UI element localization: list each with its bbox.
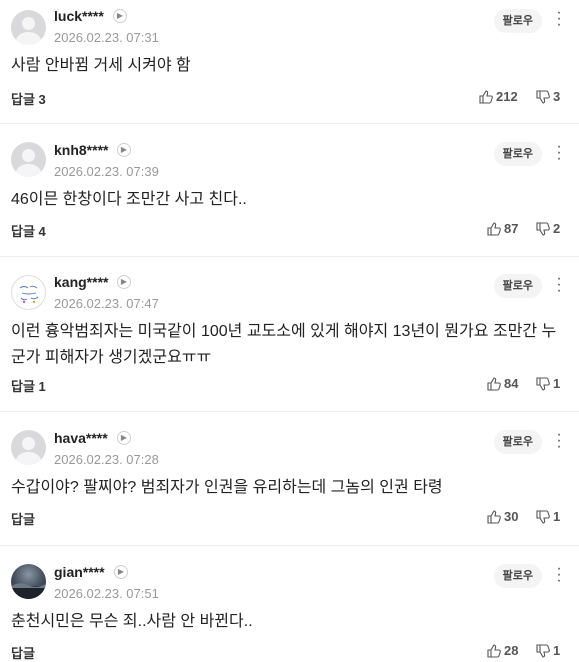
comment-date: 2026.02.23. 07:39 bbox=[54, 164, 159, 179]
profile-arrow-icon[interactable]: ▶ bbox=[117, 431, 131, 445]
thumbs-up-icon bbox=[479, 90, 493, 104]
photo-avatar-icon bbox=[11, 583, 46, 599]
profile-arrow-icon[interactable]: ▶ bbox=[117, 275, 131, 289]
dislike-button[interactable]: 1 bbox=[536, 376, 560, 391]
more-options-icon[interactable]: · · · bbox=[555, 5, 563, 33]
avatar[interactable] bbox=[11, 564, 46, 599]
comment-body: 춘천시민은 무슨 죄..사람 안 바뀐다.. bbox=[11, 613, 253, 630]
comment-item: knh8**** ▶ 2026.02.23. 07:39 팔로우 · · · 46이… bbox=[0, 124, 579, 257]
comment-item: luck**** ▶ 2026.02.23. 07:31 팔로우 · · · 사람 … bbox=[0, 0, 579, 124]
comment-list: luck**** ▶ 2026.02.23. 07:31 팔로우 · · · 사람 … bbox=[0, 0, 579, 661]
like-button[interactable]: 212 bbox=[479, 89, 518, 104]
comment-body: 46이믄 한창이다 조만간 사고 친다.. bbox=[11, 191, 247, 208]
reply-button[interactable]: 답글 1 bbox=[11, 376, 46, 395]
comment-body: 이런 흉악범죄자는 미국같이 100년 교도소에 있게 해야지 13년이 뭔가요… bbox=[11, 323, 557, 366]
more-options-icon[interactable]: · · · bbox=[555, 271, 563, 299]
follow-button[interactable]: 팔로우 bbox=[493, 9, 542, 33]
profile-arrow-icon[interactable]: ▶ bbox=[113, 9, 127, 23]
reply-button[interactable]: 답글 4 bbox=[11, 221, 46, 240]
reply-count: 3 bbox=[38, 92, 46, 107]
comment-item: kang**** ▶ 2026.02.23. 07:47 팔로우 · · · 이런 … bbox=[0, 257, 579, 412]
comment-nickname[interactable]: luck**** bbox=[54, 8, 104, 24]
comment-nickname[interactable]: knh8**** bbox=[54, 142, 108, 158]
more-options-icon[interactable]: · · · bbox=[555, 427, 563, 455]
comment-item: hava**** ▶ 2026.02.23. 07:28 팔로우 · · · 수갑이… bbox=[0, 412, 579, 546]
comment-body: 수갑이야? 팔찌야? 범죄자가 인권을 유리하는데 그놈의 인권 타령 bbox=[11, 479, 443, 496]
reply-button[interactable]: 답글 bbox=[11, 509, 35, 528]
reply-count: 1 bbox=[38, 379, 46, 394]
comment-body: 사람 안바뀜 거세 시켜야 함 bbox=[11, 57, 191, 74]
like-count: 30 bbox=[504, 509, 519, 524]
avatar[interactable] bbox=[11, 142, 46, 177]
dislike-button[interactable]: 1 bbox=[536, 643, 560, 658]
dislike-count: 1 bbox=[553, 376, 561, 391]
reply-count: 4 bbox=[38, 224, 46, 239]
dislike-count: 1 bbox=[553, 643, 561, 658]
like-count: 87 bbox=[504, 221, 519, 236]
reply-button[interactable]: 답글 3 bbox=[11, 89, 46, 108]
comment-date: 2026.02.23. 07:51 bbox=[54, 586, 159, 601]
like-count: 84 bbox=[504, 376, 519, 391]
thumbs-down-icon bbox=[536, 510, 550, 524]
comment-nickname[interactable]: gian**** bbox=[54, 564, 105, 580]
follow-button[interactable]: 팔로우 bbox=[493, 142, 542, 166]
follow-button[interactable]: 팔로우 bbox=[493, 430, 542, 454]
thumbs-down-icon bbox=[536, 377, 550, 391]
profile-arrow-icon[interactable]: ▶ bbox=[117, 143, 131, 157]
avatar[interactable] bbox=[11, 10, 46, 45]
follow-button[interactable]: 팔로우 bbox=[493, 274, 542, 298]
like-button[interactable]: 30 bbox=[487, 509, 518, 524]
thumbs-down-icon bbox=[536, 90, 550, 104]
comment-date: 2026.02.23. 07:31 bbox=[54, 30, 159, 45]
more-options-icon[interactable]: · · · bbox=[555, 561, 563, 589]
reply-button[interactable]: 답글 bbox=[11, 643, 35, 662]
dislike-count: 1 bbox=[553, 509, 561, 524]
comment-item: gian**** ▶ 2026.02.23. 07:51 팔로우 · · · 춘천시… bbox=[0, 546, 579, 661]
comment-nickname[interactable]: kang**** bbox=[54, 274, 108, 290]
like-count: 28 bbox=[504, 643, 519, 658]
dislike-button[interactable]: 2 bbox=[536, 221, 560, 236]
like-count: 212 bbox=[496, 89, 518, 104]
comment-date: 2026.02.23. 07:28 bbox=[54, 452, 159, 467]
avatar[interactable] bbox=[11, 275, 46, 310]
like-button[interactable]: 28 bbox=[487, 643, 518, 658]
comment-date: 2026.02.23. 07:47 bbox=[54, 296, 159, 311]
follow-button[interactable]: 팔로우 bbox=[493, 564, 542, 588]
dislike-count: 3 bbox=[553, 89, 561, 104]
dislike-button[interactable]: 3 bbox=[536, 89, 560, 104]
dislike-button[interactable]: 1 bbox=[536, 509, 560, 524]
more-options-icon[interactable]: · · · bbox=[555, 139, 563, 167]
drawing-avatar-icon bbox=[19, 285, 39, 304]
thumbs-up-icon bbox=[487, 222, 501, 236]
like-button[interactable]: 84 bbox=[487, 376, 518, 391]
thumbs-down-icon bbox=[536, 222, 550, 236]
dislike-count: 2 bbox=[553, 221, 561, 236]
thumbs-up-icon bbox=[487, 510, 501, 524]
like-button[interactable]: 87 bbox=[487, 221, 518, 236]
thumbs-up-icon bbox=[487, 377, 501, 391]
comment-nickname[interactable]: hava**** bbox=[54, 430, 108, 446]
avatar[interactable] bbox=[11, 430, 46, 465]
thumbs-up-icon bbox=[487, 644, 501, 658]
thumbs-down-icon bbox=[536, 644, 550, 658]
profile-arrow-icon[interactable]: ▶ bbox=[114, 565, 128, 579]
